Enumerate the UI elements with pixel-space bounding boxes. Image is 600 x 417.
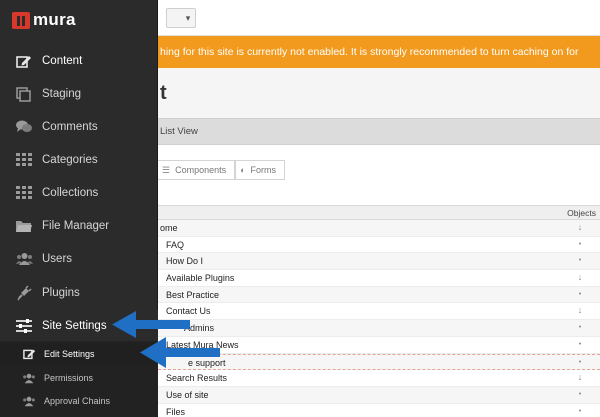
row-title[interactable]: Search Results: [166, 373, 227, 383]
arrow-down-icon: ↓: [577, 272, 583, 283]
arrow-down-icon: ↓: [577, 305, 583, 316]
arrow-down-icon: ↓: [577, 372, 583, 383]
table-row[interactable]: How Do I •: [158, 253, 600, 271]
sidebar-item-label: Users: [42, 253, 73, 265]
table-header: Objects: [158, 205, 600, 220]
tab-forms[interactable]: ◐ Forms: [235, 160, 286, 180]
row-title[interactable]: Admins: [184, 323, 214, 333]
top-toolbar: ▾: [158, 0, 600, 36]
sidebar-item-label: Staging: [42, 88, 82, 100]
toggle-icon: ◐: [240, 165, 246, 175]
table-row[interactable]: Latest Mura News •: [158, 337, 600, 354]
sidebar-item-label: Plugins: [42, 287, 80, 299]
objects-column-header: Objects: [567, 208, 596, 218]
dot-icon: •: [578, 324, 582, 332]
tab-label: Forms: [250, 165, 277, 175]
dot-icon: •: [578, 390, 582, 398]
table-row[interactable]: e support •: [158, 353, 600, 371]
table-row[interactable]: Use of site •: [158, 386, 600, 404]
submenu-item-approval-chains[interactable]: Approval Chains: [0, 390, 158, 412]
sidebar-item-comments[interactable]: Comments: [0, 111, 158, 143]
page-title: t: [160, 82, 167, 104]
page-header: t: [158, 68, 600, 118]
sidebar-item-label: Categories: [42, 154, 98, 166]
table-row[interactable]: ome ↓: [158, 220, 600, 237]
content-tabs: ☰ Components ◐ Forms: [158, 160, 286, 180]
table-row[interactable]: FAQ •: [158, 237, 600, 254]
tab-label: Components: [175, 165, 227, 175]
comments-icon: [15, 119, 33, 135]
sidebar-item-label: Comments: [42, 121, 98, 133]
row-title[interactable]: FAQ: [166, 240, 184, 250]
screen: mura Content Staging Comments Categories…: [0, 0, 600, 417]
row-title[interactable]: Use of site: [166, 390, 209, 400]
row-title[interactable]: e support: [188, 358, 226, 368]
sidebar-item-staging[interactable]: Staging: [0, 78, 158, 110]
sidebar-item-label: Content: [42, 55, 83, 67]
dot-icon: •: [578, 407, 582, 415]
row-title[interactable]: How Do I: [166, 256, 203, 266]
submenu-item-label: Permissions: [44, 373, 94, 383]
table-row[interactable]: Contact Us ↓: [158, 303, 600, 321]
caret-down-icon: ▾: [185, 12, 191, 23]
mura-logo-icon: [12, 11, 30, 29]
users-icon: [22, 372, 36, 384]
list-view-label[interactable]: List View: [160, 126, 198, 137]
caching-alert: hing for this site is currently not enab…: [158, 36, 600, 68]
view-bar: List View: [158, 118, 600, 145]
dot-icon: •: [578, 240, 582, 248]
submenu-item-label: Edit Settings: [44, 349, 95, 359]
dot-icon: •: [578, 340, 582, 348]
row-title[interactable]: ome: [160, 223, 178, 233]
sidebar-item-site-settings[interactable]: Site Settings: [0, 310, 158, 342]
table-row[interactable]: Admins •: [158, 320, 600, 337]
sliders-icon: [15, 318, 33, 334]
site-selector-dropdown[interactable]: ▾: [166, 8, 196, 28]
submenu-item-edit-settings[interactable]: Edit Settings: [0, 343, 158, 365]
grid-icon: [15, 152, 33, 168]
sidebar-item-content[interactable]: Content: [0, 45, 158, 77]
row-title[interactable]: Best Practice: [166, 290, 219, 300]
row-title[interactable]: Latest Mura News: [166, 340, 239, 350]
content-table: Objects ome ↓ FAQ • How Do I • Available…: [158, 205, 600, 417]
sidebar-item-label: File Manager: [42, 220, 110, 232]
sidebar-item-collections[interactable]: Collections: [0, 177, 158, 209]
arrow-down-icon: ↓: [577, 222, 583, 232]
sidebar-item-label: Collections: [42, 187, 99, 199]
row-title[interactable]: Available Plugins: [166, 273, 234, 283]
copy-icon: [15, 86, 33, 102]
tab-components[interactable]: ☰ Components: [158, 160, 236, 180]
logo-text: mura: [33, 10, 76, 29]
sidebar-item-users[interactable]: Users: [0, 243, 158, 275]
row-title[interactable]: Contact Us: [166, 306, 211, 316]
sidebar: mura Content Staging Comments Categories…: [0, 0, 158, 417]
dot-icon: •: [578, 358, 582, 366]
plug-icon: [15, 285, 33, 301]
grid-icon: [15, 185, 33, 201]
row-title[interactable]: Files: [166, 407, 185, 417]
sidebar-item-file-manager[interactable]: File Manager: [0, 210, 158, 242]
edit-icon: [22, 348, 36, 360]
table-row[interactable]: Available Plugins ↓: [158, 270, 600, 287]
edit-icon: [15, 53, 33, 69]
folder-icon: [15, 218, 33, 234]
sidebar-item-label: Site Settings: [42, 320, 107, 332]
table-row[interactable]: Search Results ↓: [158, 370, 600, 387]
table-row[interactable]: Best Practice •: [158, 286, 600, 304]
list-icon: ☰: [162, 164, 171, 175]
submenu-item-label: Approval Chains: [44, 396, 111, 406]
users-icon: [15, 251, 33, 267]
sidebar-item-categories[interactable]: Categories: [0, 144, 158, 176]
submenu-item-permissions[interactable]: Permissions: [0, 367, 158, 389]
mura-logo[interactable]: mura: [12, 9, 76, 31]
dot-icon: •: [578, 290, 582, 298]
alert-text: hing for this site is currently not enab…: [160, 46, 579, 58]
dot-icon: •: [578, 257, 582, 265]
sidebar-item-plugins[interactable]: Plugins: [0, 277, 158, 309]
users-icon: [22, 395, 36, 407]
table-row[interactable]: Files •: [158, 404, 600, 417]
